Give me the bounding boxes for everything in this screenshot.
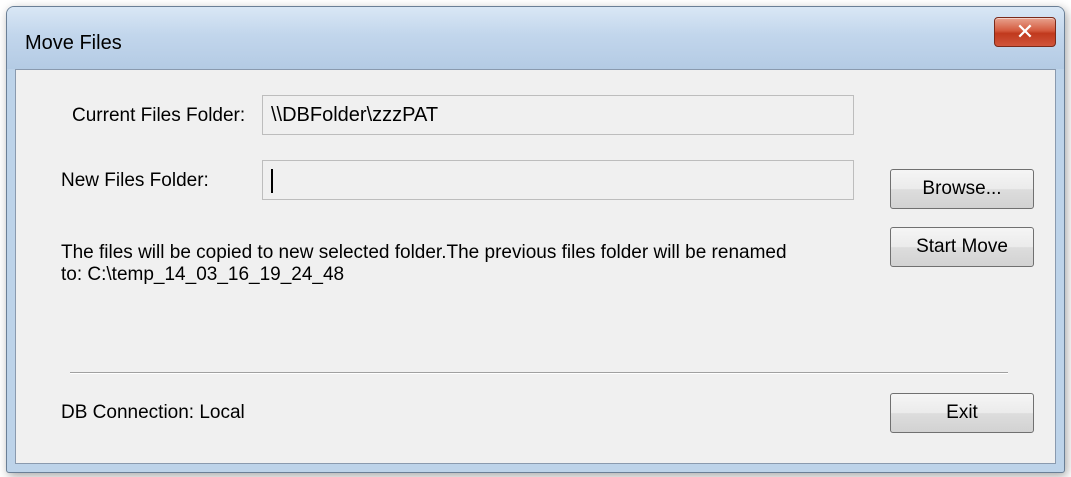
new-folder-label: New Files Folder: (61, 170, 209, 191)
current-folder-field[interactable]: \\DBFolder\zzzPAT (262, 95, 854, 135)
db-connection-status: DB Connection: Local (61, 402, 245, 423)
current-folder-label: Current Files Folder: (72, 105, 246, 126)
info-message-line-1: The files will be copied to new selected… (61, 242, 787, 263)
current-folder-value: \\DBFolder\zzzPAT (271, 104, 439, 126)
text-caret (271, 169, 273, 193)
separator-line (70, 372, 1008, 374)
close-button[interactable]: ✕ (994, 17, 1056, 47)
title-bar[interactable]: Move Files ✕ (7, 7, 1064, 69)
info-message: The files will be copied to new selected… (61, 242, 881, 286)
close-icon: ✕ (1015, 19, 1035, 44)
move-files-dialog: Move Files ✕ Current Files Folder: \\DBF… (6, 6, 1065, 473)
dialog-client-area: Current Files Folder: \\DBFolder\zzzPAT … (15, 69, 1056, 464)
start-move-button[interactable]: Start Move (890, 227, 1034, 267)
info-message-line-2: to: C:\temp_14_03_16_19_24_48 (61, 264, 345, 285)
new-folder-input[interactable] (262, 160, 854, 200)
browse-button[interactable]: Browse... (890, 169, 1034, 209)
exit-button[interactable]: Exit (890, 393, 1034, 433)
window-title: Move Files (25, 32, 122, 54)
